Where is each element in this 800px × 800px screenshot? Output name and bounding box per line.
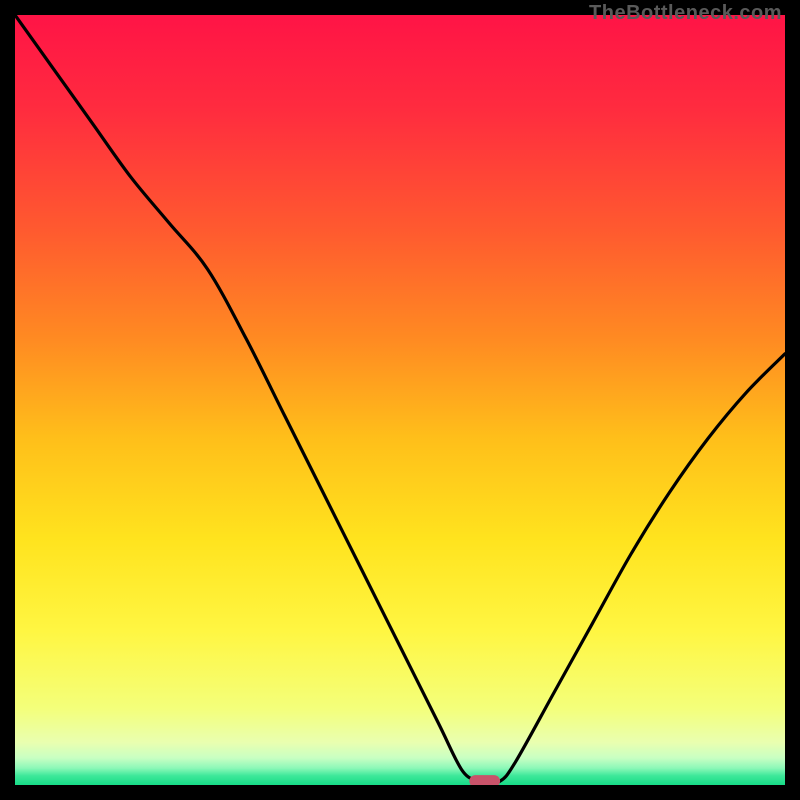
gradient-background [15, 15, 785, 785]
optimal-marker [469, 775, 500, 785]
bottleneck-chart [15, 15, 785, 785]
chart-frame: TheBottleneck.com [0, 0, 800, 800]
